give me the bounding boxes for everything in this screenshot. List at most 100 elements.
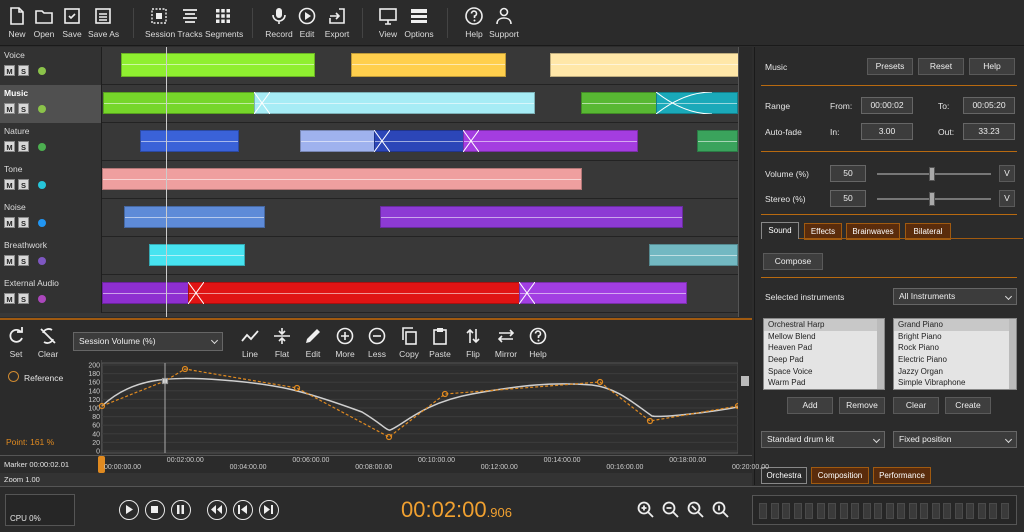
edit-tool-button[interactable]: Edit [301,326,325,359]
zoom-bar[interactable]: Zoom 1.00 [0,473,752,486]
list-item[interactable]: Rock Piano [894,342,1016,354]
volume-field[interactable]: 50 [830,165,866,182]
fade-out-field[interactable]: 33.23 [963,123,1015,140]
audio-clip[interactable] [380,206,683,228]
stereo-slider-handle[interactable] [929,192,935,206]
audio-clip[interactable] [102,168,582,190]
fade-in-field[interactable]: 3.00 [861,123,913,140]
track-color-dot[interactable] [38,143,46,151]
list-scrollbar[interactable] [1009,319,1016,389]
clear-button[interactable]: Clear [36,326,60,359]
automation-parameter-dropdown[interactable]: Session Volume (%) [73,332,223,351]
set-button[interactable]: Set [6,326,26,359]
audio-clip[interactable] [124,206,265,228]
audio-clip[interactable] [300,130,382,152]
audio-clip[interactable] [103,92,270,114]
support-button[interactable]: Support [489,6,519,39]
tracks-button[interactable]: Tracks [177,6,203,39]
solo-button[interactable]: S [18,141,29,152]
line-tool-button[interactable]: Line [238,326,262,359]
list-item[interactable]: Jazzy Organ [894,366,1016,378]
audio-clip[interactable] [254,92,535,114]
track-color-dot[interactable] [38,105,46,113]
stereo-field[interactable]: 50 [830,190,866,207]
zoom-reset-icon[interactable] [687,501,704,518]
add-instrument-button[interactable]: Add [787,397,833,414]
audio-clip[interactable] [121,53,315,77]
mute-button[interactable]: M [4,255,15,266]
audio-clip[interactable] [519,282,687,304]
timeline-ruler[interactable]: Marker 00:00:02.01 00:00:00.00 00:02:00.0… [0,455,769,474]
track-row-noise[interactable]: Noise M S [0,199,752,237]
tracks-scrollbar[interactable] [738,47,752,317]
audio-clip[interactable] [102,282,202,304]
audio-clip[interactable] [550,53,740,77]
track-row-external-audio[interactable]: External Audio M S [0,275,752,313]
volume-menu-button[interactable]: V [999,165,1015,182]
track-row-music[interactable]: Music M S [0,85,752,123]
track-color-dot[interactable] [38,295,46,303]
list-item[interactable]: Deep Pad [764,354,884,366]
instrument-filter-dropdown[interactable]: All Instruments [893,288,1017,305]
audio-clip[interactable] [149,244,245,266]
audio-clip[interactable] [581,92,658,114]
available-instruments-list[interactable]: Grand Piano Bright Piano Rock Piano Elec… [893,318,1017,390]
audio-clip[interactable] [188,282,535,304]
list-scrollbar[interactable] [877,319,884,389]
remove-instrument-button[interactable]: Remove [839,397,885,414]
crossfade-marker[interactable] [254,92,270,114]
mute-button[interactable]: M [4,65,15,76]
automation-help-button[interactable]: Help [526,326,550,359]
crossfade-marker[interactable] [374,130,390,152]
compose-button[interactable]: Compose [763,253,823,270]
graph-scrollbar[interactable] [738,360,752,455]
list-item[interactable]: Space Voice [764,366,884,378]
zoom-out-icon[interactable] [662,501,679,518]
less-button[interactable]: Less [365,326,389,359]
options-button[interactable]: Options [404,6,434,39]
clear-instruments-button[interactable]: Clear [893,397,939,414]
track-color-dot[interactable] [38,181,46,189]
help-button[interactable]: Help [462,6,486,39]
create-instrument-button[interactable]: Create [945,397,991,414]
solo-button[interactable]: S [18,179,29,190]
mute-button[interactable]: M [4,141,15,152]
audio-clip[interactable] [649,244,738,266]
save-button[interactable]: Save [61,6,83,39]
track-color-dot[interactable] [38,219,46,227]
solo-button[interactable]: S [18,217,29,228]
reference-toggle[interactable] [8,371,19,382]
list-item[interactable]: Orchestral Harp [764,319,884,331]
range-to-field[interactable]: 00:05:20 [963,97,1015,114]
list-item[interactable]: Bright Piano [894,331,1016,343]
crossfade-marker[interactable] [463,130,479,152]
zoom-in-icon[interactable] [637,501,654,518]
presets-button[interactable]: Presets [867,58,913,75]
mute-button[interactable]: M [4,179,15,190]
zoom-fit-icon[interactable] [712,501,729,518]
reset-button[interactable]: Reset [918,58,964,75]
save-as-button[interactable]: Save As [88,6,119,39]
audio-clip[interactable] [697,130,738,152]
solo-button[interactable]: S [18,65,29,76]
audio-clip[interactable] [463,130,638,152]
more-button[interactable]: More [333,326,357,359]
paste-button[interactable]: Paste [428,326,452,359]
track-row-breathwork[interactable]: Breathwork M S [0,237,752,275]
stereo-menu-button[interactable]: V [999,190,1015,207]
mute-button[interactable]: M [4,293,15,304]
drum-kit-dropdown[interactable]: Standard drum kit [761,431,885,448]
skip-back-button[interactable] [233,500,253,520]
record-button[interactable]: Record [265,6,293,39]
solo-button[interactable]: S [18,255,29,266]
session-button[interactable]: Session [145,6,175,39]
crossfade-marker[interactable] [188,282,204,304]
crossfade-marker[interactable] [519,282,535,304]
track-row-tone[interactable]: Tone M S [0,161,752,199]
crossfade-marker[interactable] [656,92,712,114]
list-item[interactable]: Heaven Pad [764,342,884,354]
audio-clip[interactable] [351,53,506,77]
track-color-dot[interactable] [38,67,46,75]
flat-tool-button[interactable]: Flat [270,326,294,359]
segments-button[interactable]: Segments [205,6,243,39]
